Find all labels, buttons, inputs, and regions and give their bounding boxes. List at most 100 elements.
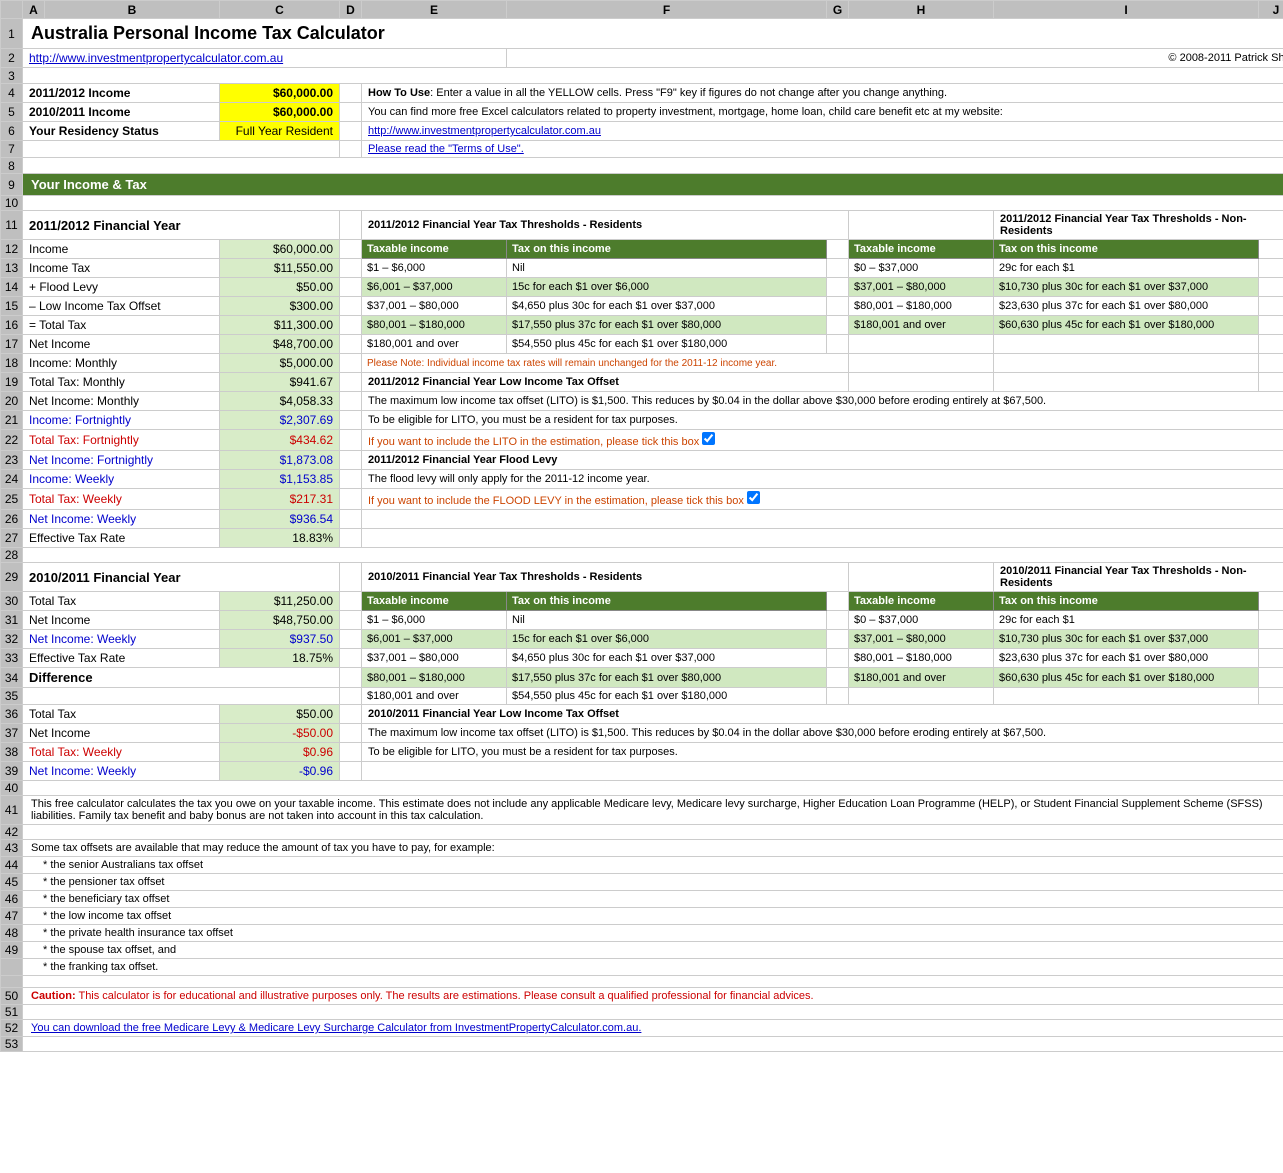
net-income-fortnightly-value: $1,873.08 <box>220 451 340 470</box>
thresh2010-nonres-heading: 2010/2011 Financial Year Tax Thresholds … <box>994 563 1283 592</box>
cell-e35 <box>340 688 362 705</box>
flood-levy-checkbox[interactable] <box>747 491 760 504</box>
cell-e6 <box>340 122 362 141</box>
income-2011-input[interactable]: $60,000.00 <box>220 84 340 103</box>
cell-h30 <box>827 592 849 611</box>
cell-e21 <box>340 411 362 430</box>
row-num-empty-pre-caution <box>1 976 23 988</box>
download-link[interactable]: You can download the free Medicare Levy … <box>31 1022 641 1034</box>
thresh2010-res-r2-c2: 15c for each $1 over $6,000 <box>507 630 827 649</box>
cell-k17 <box>1259 335 1283 354</box>
cell-h17 <box>827 335 849 354</box>
col-header-d: D <box>340 1 362 19</box>
cell-e16 <box>340 316 362 335</box>
row-num-23: 23 <box>1 451 23 470</box>
thresh2010-res-r5-c1: $180,001 and over <box>362 688 507 705</box>
row-num-50: 50 <box>1 988 23 1005</box>
cell-h18 <box>849 354 994 373</box>
cell-k33 <box>1259 649 1283 668</box>
income-row-value: $60,000.00 <box>220 240 340 259</box>
row-num-41: 41 <box>1 796 23 825</box>
row-num-33: 33 <box>1 649 23 668</box>
residency-label: Your Residency Status <box>23 122 220 141</box>
flood-levy-label: + Flood Levy <box>23 278 220 297</box>
cell-e4 <box>340 84 362 103</box>
cell-e30 <box>340 592 362 611</box>
thresh2010-nonres-r2-c2: $10,730 plus 30c for each $1 over $37,00… <box>994 630 1259 649</box>
thresh2010-nonres-r3-c2: $23,630 plus 37c for each $1 over $80,00… <box>994 649 1259 668</box>
total-tax-2011-label: = Total Tax <box>23 316 220 335</box>
row-empty-pre-caution <box>23 976 1283 988</box>
lito-checkbox[interactable] <box>702 432 715 445</box>
thresh2011-res-r4-c1: $80,001 – $180,000 <box>362 316 507 335</box>
lito-2010-heading: 2010/2011 Financial Year Low Income Tax … <box>362 705 1283 724</box>
terms-link-cell[interactable]: Please read the "Terms of Use". <box>362 141 1283 158</box>
thresh2010-res-heading: 2010/2011 Financial Year Tax Thresholds … <box>362 563 849 592</box>
howto-line1: How To Use: Enter a value in all the YEL… <box>362 84 1283 103</box>
cell-h15 <box>827 297 849 316</box>
cell-e13 <box>340 259 362 278</box>
caution-label: Caution: <box>31 990 76 1002</box>
row-num-45: 45 <box>1 874 23 891</box>
net-income-weekly-2011-value: $936.54 <box>220 510 340 529</box>
net-income-fortnightly-label: Net Income: Fortnightly <box>23 451 220 470</box>
row-num-46: 46 <box>1 891 23 908</box>
flood-levy-checkbox-row: If you want to include the FLOOD LEVY in… <box>362 489 1283 510</box>
cell-k12 <box>1259 240 1283 259</box>
col-header-c: C <box>220 1 340 19</box>
thresh2011-res-col2-header: Tax on this income <box>507 240 827 259</box>
row-num-5: 5 <box>1 103 23 122</box>
terms-link[interactable]: Please read the "Terms of Use". <box>368 143 524 155</box>
cell-e37 <box>340 724 362 743</box>
thresh2010-nonres-r1-c2: 29c for each $1 <box>994 611 1259 630</box>
total-tax-fortnightly-value: $434.62 <box>220 430 340 451</box>
cell-k14 <box>1259 278 1283 297</box>
caution-row: Caution: This calculator is for educatio… <box>23 988 1283 1005</box>
website-link-2[interactable]: http://www.investmentpropertycalculator.… <box>368 125 601 137</box>
thresh2010-nonres-col1-hdr: Taxable income <box>849 592 994 611</box>
total-tax-weekly-value: $217.31 <box>220 489 340 510</box>
cell-e22 <box>340 430 362 451</box>
thresh2010-res-r3-c2: $4,650 plus 30c for each $1 over $37,000 <box>507 649 827 668</box>
cell-k34 <box>1259 668 1283 688</box>
income-2010-input[interactable]: $60,000.00 <box>220 103 340 122</box>
website-link-cell[interactable]: http://www.investmentpropertycalculator.… <box>23 49 507 68</box>
thresh2011-nonres-r3-c2: $23,630 plus 37c for each $1 over $80,00… <box>994 297 1259 316</box>
income-tax-label: Income Tax <box>23 259 220 278</box>
cell-h33 <box>827 649 849 668</box>
effective-tax-rate-2011-value: 18.83% <box>220 529 340 548</box>
cell-k35 <box>1259 688 1283 705</box>
lito-2011-line2: To be eligible for LITO, you must be a r… <box>362 411 1283 430</box>
row-num-48b <box>1 959 23 976</box>
net-income-monthly-label: Net Income: Monthly <box>23 392 220 411</box>
website-link2-cell[interactable]: http://www.investmentpropertycalculator.… <box>362 122 1283 141</box>
row-num-20: 20 <box>1 392 23 411</box>
total-tax-2011-value: $11,300.00 <box>220 316 340 335</box>
offset-spouse: * the spouse tax offset, and <box>23 942 1283 959</box>
offset-franking: * the franking tax offset. <box>23 959 1283 976</box>
income-2011-label: 2011/2012 Income <box>23 84 220 103</box>
lito-2011-heading: 2011/2012 Financial Year Low Income Tax … <box>362 373 849 392</box>
thresh2011-res-r2-c2: 15c for each $1 over $6,000 <box>507 278 827 297</box>
thresh2010-nonres-r1-c1: $0 – $37,000 <box>849 611 994 630</box>
cell-e15 <box>340 297 362 316</box>
row-num-37: 37 <box>1 724 23 743</box>
effective-tax-rate-2011-label: Effective Tax Rate <box>23 529 220 548</box>
row-num-4: 4 <box>1 84 23 103</box>
row-num-48: 48 <box>1 925 23 942</box>
col-header-row-num <box>1 1 23 19</box>
flood-levy-value: $50.00 <box>220 278 340 297</box>
row-num-49: 49 <box>1 942 23 959</box>
thresh2011-nonres-r2-c1: $37,001 – $80,000 <box>849 278 994 297</box>
net-income-diff-label: Net Income <box>23 724 220 743</box>
income-2010-label: 2010/2011 Income <box>23 103 220 122</box>
website-link[interactable]: http://www.investmentpropertycalculator.… <box>29 51 283 65</box>
row-num-34: 34 <box>1 668 23 688</box>
cell-e18 <box>340 354 362 373</box>
cell-h11 <box>849 211 994 240</box>
residency-input[interactable]: Full Year Resident <box>220 122 340 141</box>
download-link-row[interactable]: You can download the free Medicare Levy … <box>23 1020 1283 1037</box>
row-num-1: 1 <box>1 19 23 49</box>
cell-i35 <box>849 688 994 705</box>
cell-e7 <box>340 141 362 158</box>
